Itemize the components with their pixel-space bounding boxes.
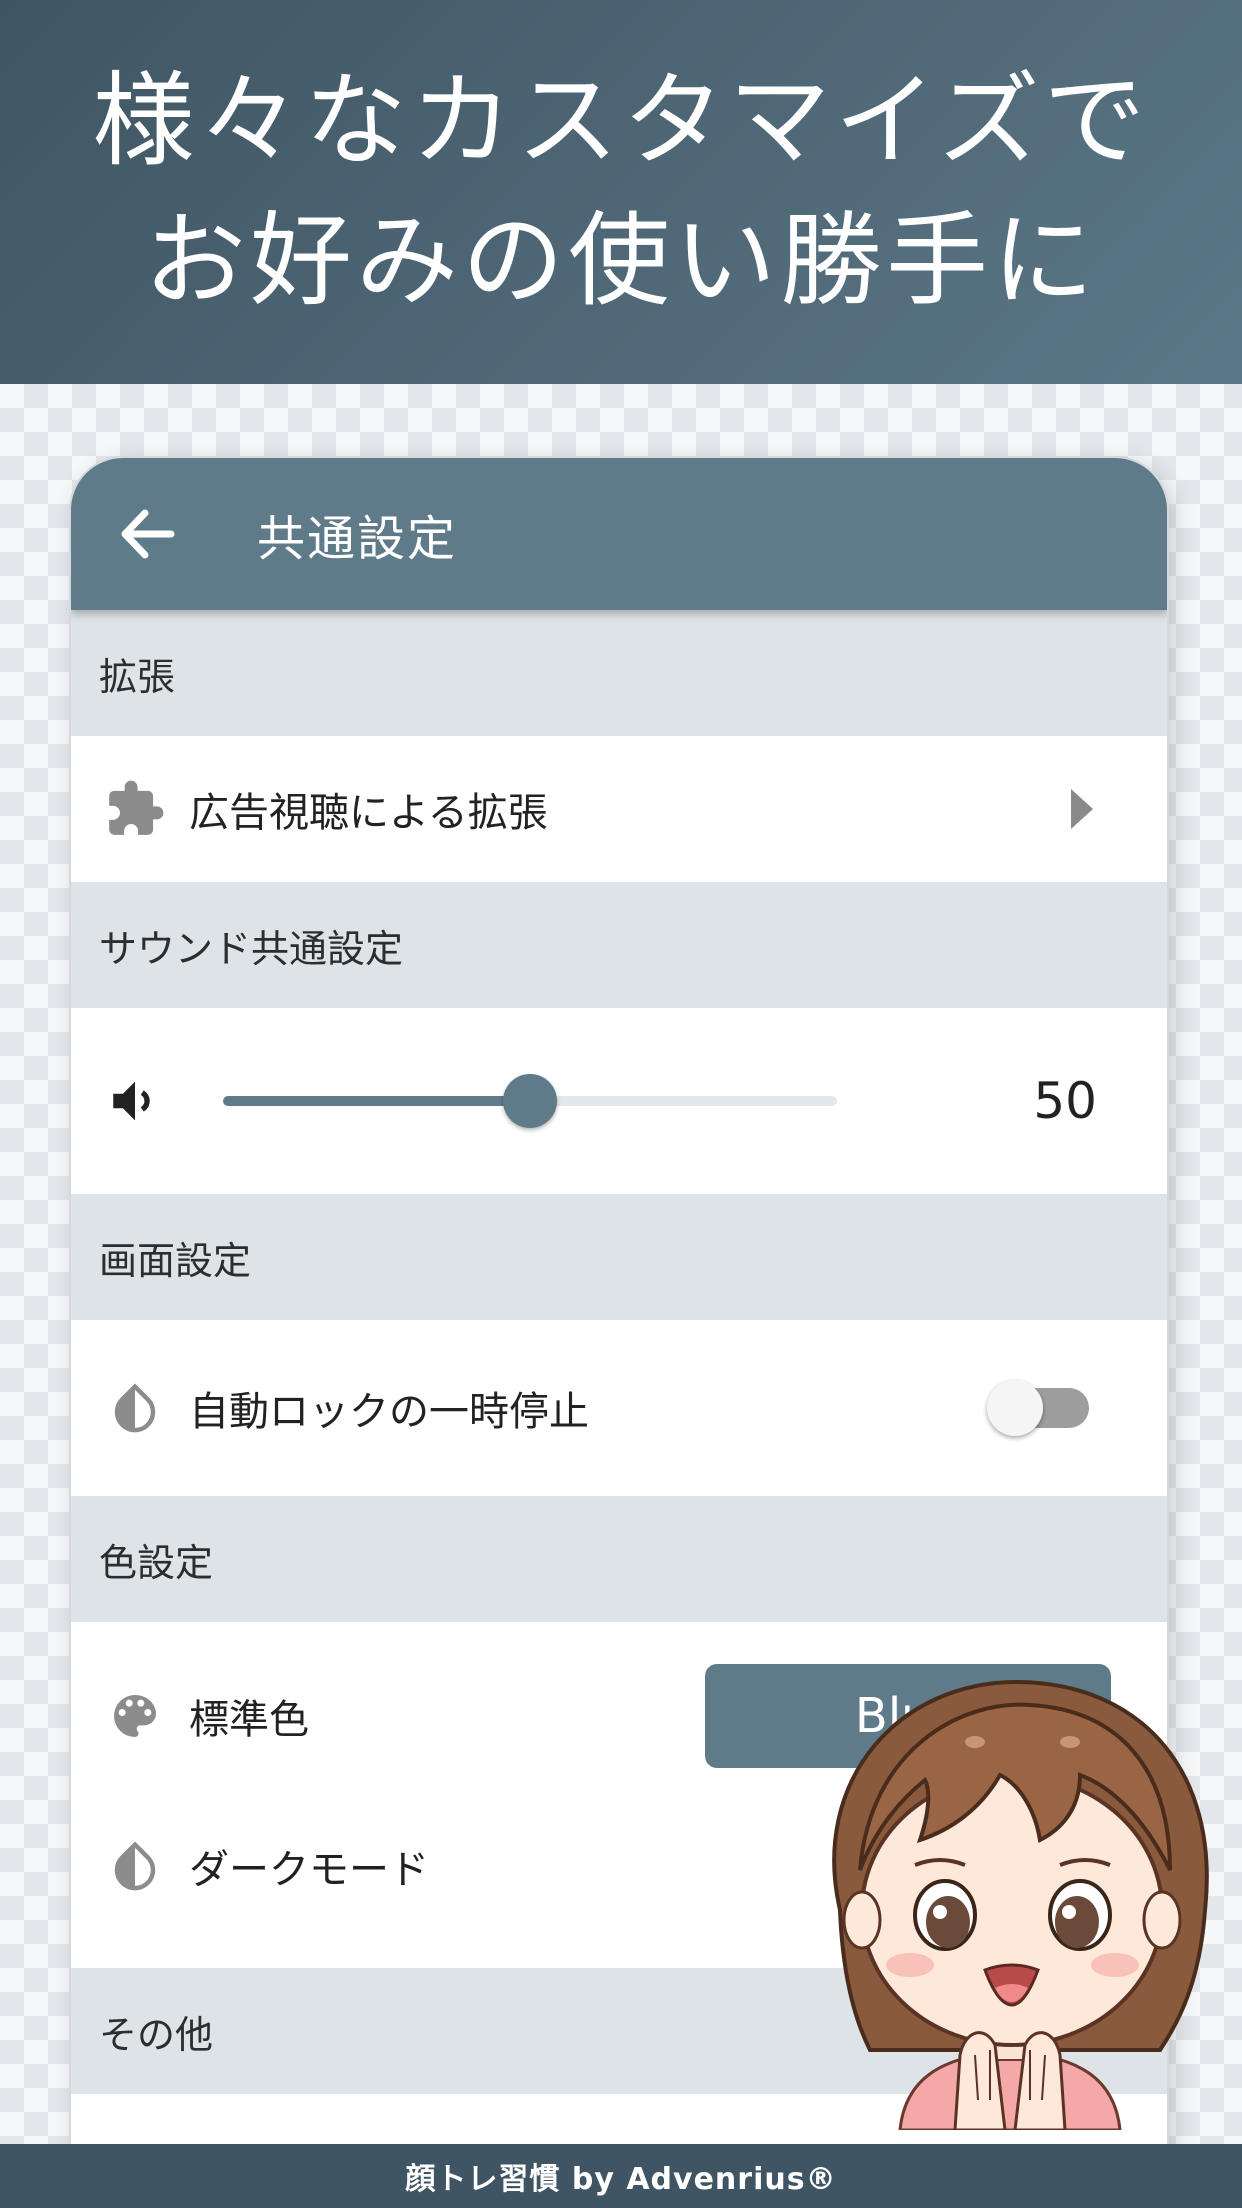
banner-headline-line-2: お好みの使い勝手に xyxy=(144,202,1098,321)
contrast-drop-icon xyxy=(99,1372,171,1444)
auto-lock-row[interactable]: 自動ロックの一時停止 xyxy=(71,1320,1167,1496)
promo-banner: 様々なカスタマイズで お好みの使い勝手に xyxy=(0,0,1242,384)
volume-value: 50 xyxy=(1033,1072,1097,1130)
chevron-right-icon xyxy=(1071,789,1093,829)
section-header-screen: 画面設定 xyxy=(71,1194,1167,1320)
volume-slider-fill xyxy=(223,1096,530,1106)
ad-extension-item[interactable]: 広告視聴による拡張 xyxy=(71,736,1167,882)
ad-extension-label: 広告視聴による拡張 xyxy=(189,790,548,836)
auto-lock-label: 自動ロックの一時停止 xyxy=(189,1389,589,1435)
volume-row: 50 xyxy=(71,1008,1167,1194)
volume-slider-thumb[interactable] xyxy=(503,1074,557,1128)
banner-headline-line-1: 様々なカスタマイズで xyxy=(92,62,1150,181)
dark-mode-label: ダークモード xyxy=(189,1847,429,1893)
auto-lock-toggle[interactable] xyxy=(987,1380,1089,1436)
volume-slider[interactable] xyxy=(223,1074,837,1128)
puzzle-icon xyxy=(99,773,171,845)
section-header-sound: サウンド共通設定 xyxy=(71,882,1167,1008)
section-header-color: 色設定 xyxy=(71,1496,1167,1622)
app-bar: 共通設定 xyxy=(71,458,1167,610)
footer-credit: 顔トレ習慣 by Advenrius® xyxy=(0,2144,1242,2208)
standard-color-label: 標準色 xyxy=(189,1697,309,1743)
toggle-knob xyxy=(987,1380,1043,1436)
volume-icon xyxy=(99,1065,171,1137)
palette-icon xyxy=(99,1680,171,1752)
page-title: 共通設定 xyxy=(257,511,458,567)
section-header-extension: 拡張 xyxy=(71,610,1167,736)
mascot-character-illustration xyxy=(832,1679,1209,2130)
back-button[interactable] xyxy=(119,504,207,564)
contrast-drop-icon xyxy=(99,1830,171,1902)
arrow-left-icon xyxy=(121,509,175,559)
